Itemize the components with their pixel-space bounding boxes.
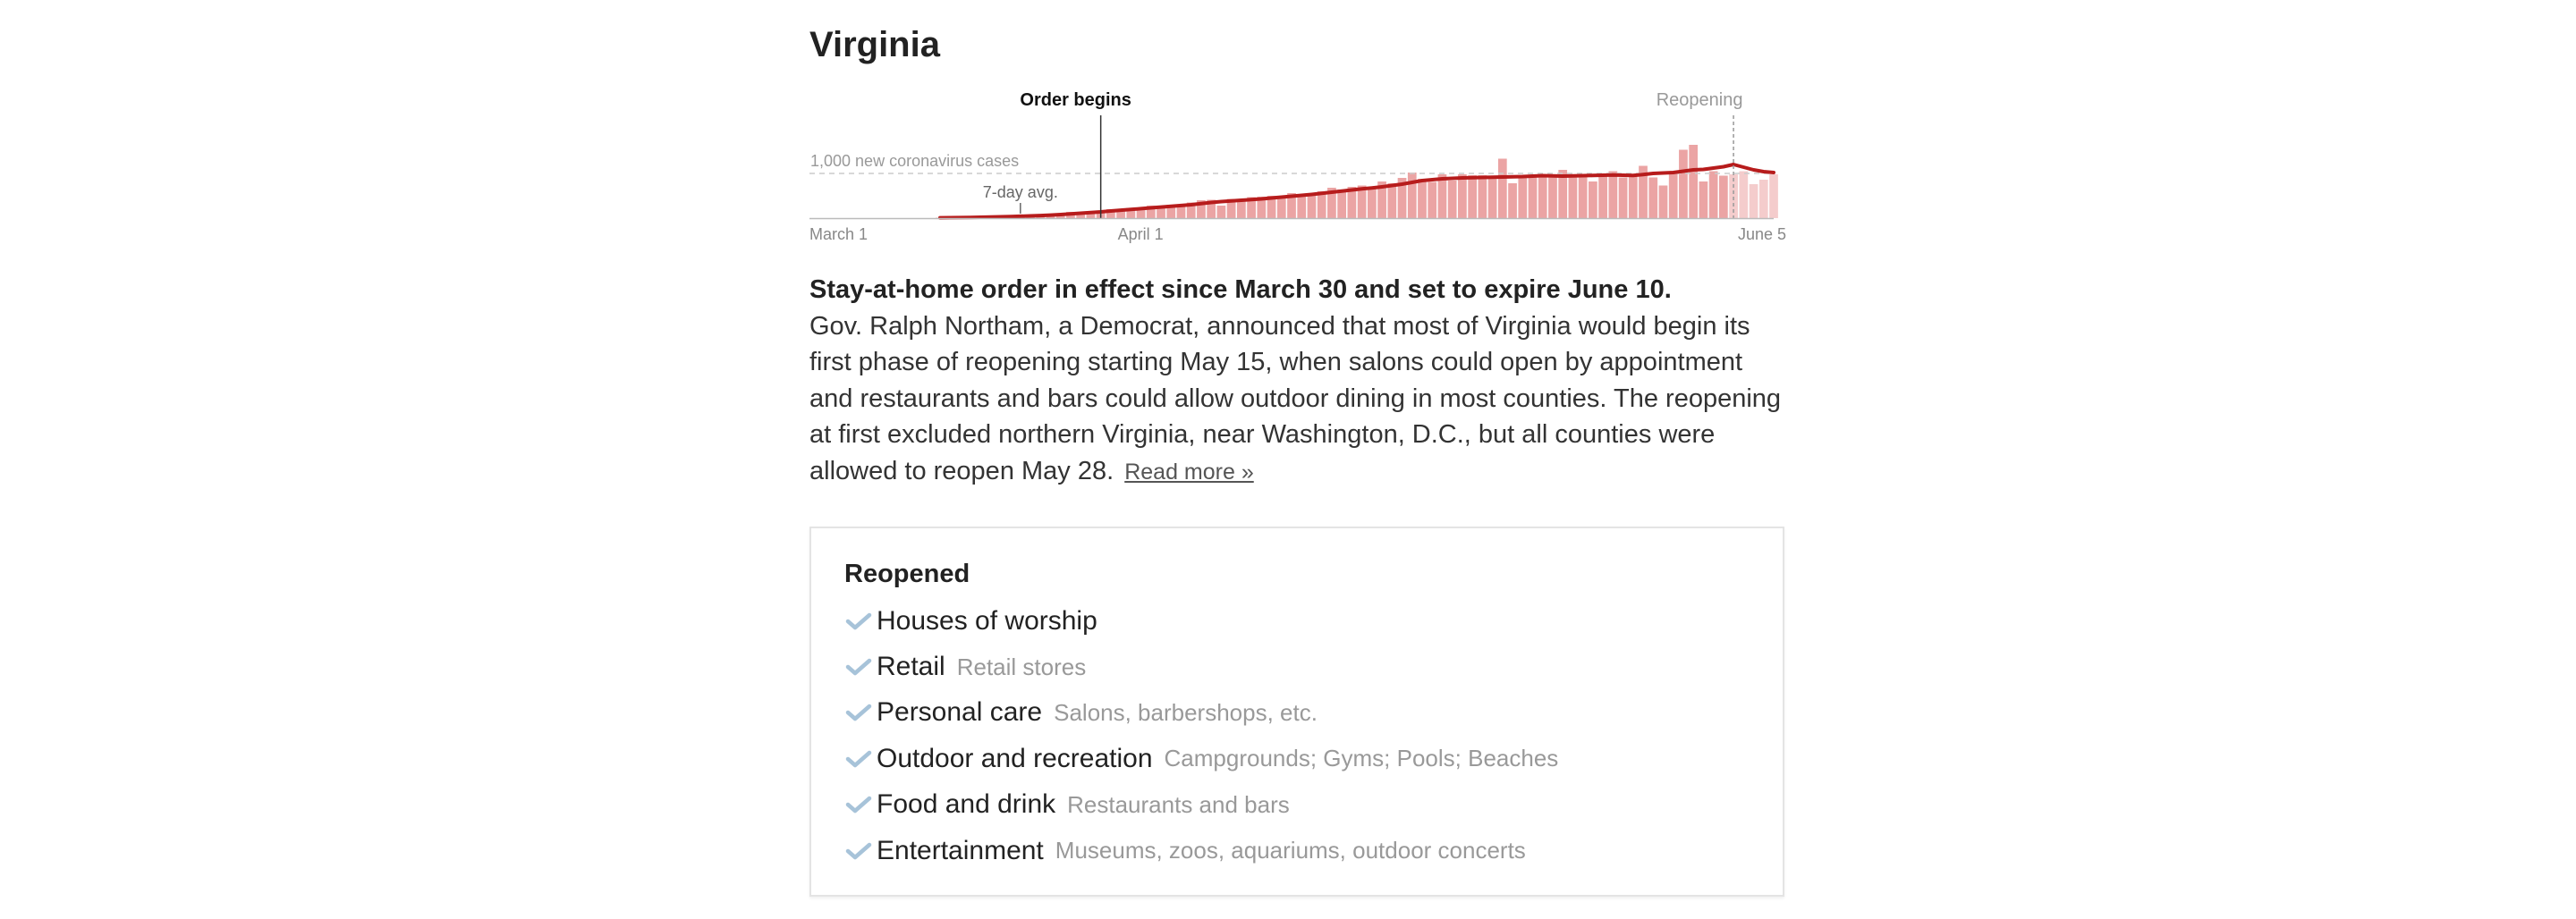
summary-body: Gov. Ralph Northam, a Democrat, announce… xyxy=(809,311,1782,485)
chart-bar xyxy=(1618,177,1628,218)
chart-bar xyxy=(1679,149,1688,218)
chart-bar xyxy=(1648,177,1658,218)
list-item: Houses of worship xyxy=(844,598,1558,644)
chart-bar xyxy=(1508,183,1517,218)
chart-bar xyxy=(1487,179,1497,218)
chart-bar xyxy=(1497,158,1507,218)
reopening-label: Reopening xyxy=(1657,90,1743,110)
chart-bar xyxy=(1468,175,1477,218)
chart-bar xyxy=(1297,195,1307,218)
chart-bar xyxy=(1337,190,1347,218)
chart-bar xyxy=(1458,174,1467,218)
order-begins-label: Order begins xyxy=(1020,90,1131,110)
x-tick-label: April 1 xyxy=(1118,225,1164,243)
check-icon xyxy=(845,797,872,814)
x-tick-label: March 1 xyxy=(809,225,868,243)
item-label: Houses of worship xyxy=(877,605,1097,636)
list-item: Outdoor and recreation Campgrounds; Gyms… xyxy=(844,736,1558,781)
chart-bar xyxy=(1749,184,1758,218)
list-item: Personal care Salons, barbershops, etc. xyxy=(844,690,1558,736)
chart-bar xyxy=(1518,176,1528,218)
item-label: Entertainment xyxy=(877,835,1044,865)
status-heading: Reopened xyxy=(844,560,970,588)
chart-bar xyxy=(1216,206,1226,218)
item-label: Personal care xyxy=(877,697,1043,728)
read-more-link[interactable]: Read more » xyxy=(1124,460,1254,485)
chart-bar xyxy=(1589,181,1597,218)
chart-bar xyxy=(1548,176,1557,218)
chart-bar xyxy=(1769,174,1778,218)
state-title: Virginia xyxy=(809,25,940,64)
chart-bar xyxy=(1708,171,1718,218)
reference-label: 1,000 new coronavirus cases xyxy=(810,152,1019,170)
item-label: Retail xyxy=(877,652,945,682)
chart-bar xyxy=(1718,175,1728,218)
chart-bar xyxy=(1568,174,1578,218)
list-item: Entertainment Museums, zoos, aquariums, … xyxy=(844,828,1558,873)
chart-bar xyxy=(1428,181,1437,218)
chart-bar xyxy=(1739,171,1749,218)
summary-headline: Stay-at-home order in effect since March… xyxy=(809,275,1672,304)
chart-bar xyxy=(1658,185,1668,218)
chart-bar xyxy=(1367,189,1377,218)
chart-bar xyxy=(1699,181,1708,218)
check-icon xyxy=(845,704,872,721)
chart-bar xyxy=(1538,174,1547,218)
check-icon xyxy=(845,658,872,676)
chart-bar xyxy=(1407,173,1417,218)
chart-bar xyxy=(1528,177,1538,218)
check-icon xyxy=(845,612,872,629)
reference-layer: 1,000 new coronavirus cases xyxy=(809,152,1774,174)
item-detail: Campgrounds; Gyms; Pools; Beaches xyxy=(1164,745,1559,772)
item-label: Food and drink xyxy=(877,789,1056,820)
item-label: Outdoor and recreation xyxy=(877,743,1153,773)
chart-bar xyxy=(1598,176,1607,218)
bars-layer xyxy=(936,145,1778,218)
chart-bar xyxy=(1437,174,1447,218)
chart-bar xyxy=(1387,183,1397,218)
chart-bar xyxy=(1689,145,1699,218)
x-axis: March 1 April 1 June 5 xyxy=(809,217,1786,243)
summary: Stay-at-home order in effect since March… xyxy=(809,272,1784,490)
chart-bar xyxy=(1668,172,1678,218)
check-icon xyxy=(845,842,872,859)
chart-bar xyxy=(1478,175,1487,218)
chart-bar xyxy=(1447,181,1457,218)
cases-chart: 1,000 new coronavirus cases 7-day avg. O… xyxy=(809,90,1786,243)
check-icon xyxy=(845,750,872,768)
chart-bar xyxy=(1307,193,1317,218)
reopened-list: Houses of worship Retail Retail stores P… xyxy=(844,598,1558,873)
chart-bar xyxy=(1608,171,1618,218)
chart-bar xyxy=(1758,180,1768,218)
status-box: Reopened Houses of worship Retail Retail… xyxy=(809,527,1784,897)
avg-layer: 7-day avg. xyxy=(937,163,1775,220)
item-detail: Museums, zoos, aquariums, outdoor concer… xyxy=(1055,837,1526,864)
chart-bar xyxy=(1276,196,1286,218)
item-detail: Salons, barbershops, etc. xyxy=(1054,698,1318,726)
x-tick-label: June 5 xyxy=(1738,225,1786,243)
list-item: Retail Retail stores xyxy=(844,644,1558,689)
avg-annotation-label: 7-day avg. xyxy=(983,183,1058,201)
avg-line xyxy=(937,163,1775,220)
item-detail: Retail stores xyxy=(956,653,1087,680)
item-detail: Restaurants and bars xyxy=(1067,790,1290,818)
list-item: Food and drink Restaurants and bars xyxy=(844,782,1558,828)
chart-bar xyxy=(1628,175,1638,218)
chart-bar xyxy=(1418,179,1427,218)
chart-bar xyxy=(1578,177,1588,218)
